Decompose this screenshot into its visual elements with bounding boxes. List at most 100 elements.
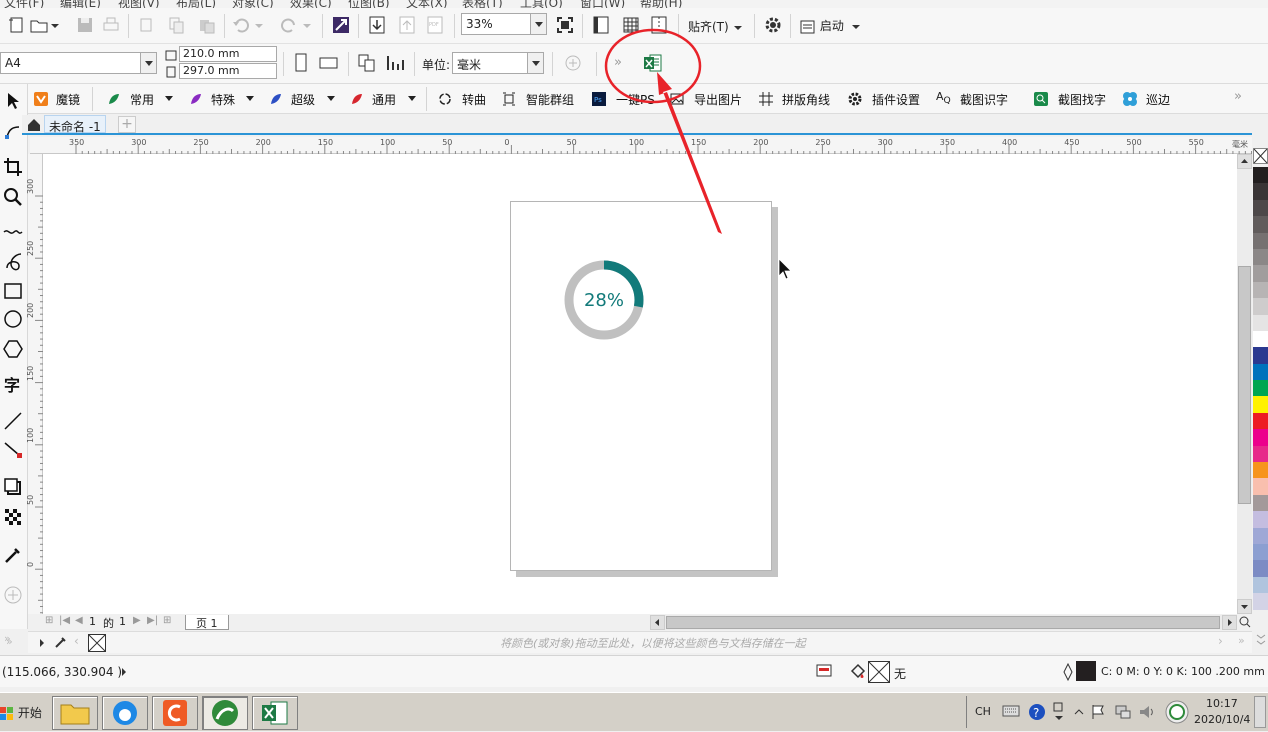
landscape-icon[interactable]: [318, 52, 340, 74]
plugin-crop-marks[interactable]: 拼版角线: [782, 91, 830, 108]
ime-options-icon[interactable]: [1052, 701, 1066, 723]
palette-swatch[interactable]: [1253, 380, 1268, 397]
language-indicator[interactable]: CH: [975, 705, 991, 718]
artistic-media-tool-icon[interactable]: [2, 250, 24, 272]
portrait-icon[interactable]: [290, 52, 312, 74]
launch-menu[interactable]: 启动: [800, 17, 862, 35]
publish-pdf-icon[interactable]: PDF: [424, 14, 446, 36]
chevron-down-icon[interactable]: [245, 95, 255, 103]
open-folder-icon[interactable]: [28, 14, 50, 36]
keyboard-icon[interactable]: [1002, 703, 1020, 719]
horizontal-scroll-thumb[interactable]: [666, 616, 1220, 629]
plugin-magic-mirror[interactable]: 魔镜: [56, 91, 80, 108]
all-pages-icon[interactable]: [356, 52, 378, 74]
freehand-tool-icon[interactable]: [2, 222, 24, 244]
drop-shadow-tool-icon[interactable]: [2, 476, 24, 498]
redo-icon[interactable]: [278, 14, 300, 36]
cut-icon[interactable]: [136, 14, 158, 36]
search-content-icon[interactable]: [330, 14, 352, 36]
save-icon[interactable]: [74, 14, 96, 36]
crop-tool-icon[interactable]: [2, 156, 24, 178]
text-tool-icon[interactable]: 字: [2, 374, 24, 396]
plugin-convert-curves[interactable]: 转曲: [462, 91, 486, 108]
plugin-export-image[interactable]: 导出图片: [694, 91, 742, 108]
palette-swatch[interactable]: [1253, 281, 1268, 299]
taskbar-browser[interactable]: [102, 696, 148, 730]
volume-icon[interactable]: [1138, 703, 1156, 721]
home-icon[interactable]: [26, 117, 42, 133]
plugin-special[interactable]: 特殊: [211, 91, 235, 108]
page-width-field[interactable]: 210.0 mm: [179, 46, 277, 62]
zoom-tool-icon[interactable]: [2, 186, 24, 208]
eyedropper-icon[interactable]: [54, 635, 68, 649]
print-icon[interactable]: [100, 14, 122, 36]
redo-dropdown-icon[interactable]: [300, 14, 314, 36]
paste-icon[interactable]: [196, 14, 218, 36]
polygon-tool-icon[interactable]: [2, 338, 24, 360]
rectangle-tool-icon[interactable]: [2, 280, 24, 302]
menu-table[interactable]: 表格(T): [462, 0, 503, 8]
plugin-ocr-text[interactable]: 截图识字: [960, 91, 1008, 108]
new-document-icon[interactable]: [6, 14, 28, 36]
palette-swatch[interactable]: [1253, 298, 1268, 315]
palette-swatch[interactable]: [1253, 199, 1268, 217]
palette-swatch[interactable]: [1253, 363, 1268, 381]
docker-collapse-icon[interactable]: »: [4, 632, 11, 645]
page-size-select[interactable]: A4: [0, 52, 157, 74]
previous-page-button[interactable]: ◀: [75, 615, 83, 626]
plugin-find-font[interactable]: 截图找字: [1058, 91, 1106, 108]
palette-swatch[interactable]: [1253, 527, 1268, 544]
shape-tool-icon[interactable]: [2, 120, 24, 142]
palette-swatch[interactable]: [1253, 462, 1268, 479]
menu-effects[interactable]: 效果(C): [290, 0, 332, 8]
plugin-settings[interactable]: 插件设置: [872, 91, 920, 108]
add-tool-icon[interactable]: [2, 584, 24, 606]
palette-swatch[interactable]: [1253, 560, 1268, 577]
progress-ring[interactable]: 28%: [563, 259, 645, 341]
palette-swatch[interactable]: [1253, 478, 1268, 495]
palette-swatch[interactable]: [1253, 314, 1268, 331]
scroll-up-button[interactable]: [1237, 154, 1252, 169]
expand-arrow-icon[interactable]: [120, 667, 128, 677]
vertical-scroll-thumb[interactable]: [1238, 266, 1251, 504]
plugin-common[interactable]: 常用: [130, 91, 154, 108]
menu-layout[interactable]: 布局(L): [176, 0, 216, 8]
menu-window[interactable]: 窗口(W): [580, 0, 625, 8]
palette-swatch[interactable]: [1253, 265, 1268, 282]
clock-app-icon[interactable]: [1164, 699, 1190, 725]
outline-color-swatch[interactable]: [1076, 661, 1096, 681]
first-page-button[interactable]: |◀: [59, 615, 70, 626]
full-screen-icon[interactable]: [554, 14, 576, 36]
palette-expand-icon[interactable]: [1255, 632, 1267, 652]
undo-dropdown-icon[interactable]: [252, 14, 266, 36]
current-page-icon[interactable]: [384, 52, 406, 74]
palette-swatch[interactable]: [1253, 412, 1268, 430]
palette-swatch[interactable]: [1253, 248, 1268, 266]
page-height-field[interactable]: 297.0 mm: [179, 63, 277, 79]
plugin-one-click-ps[interactable]: 一键PS: [616, 91, 655, 108]
page-tab[interactable]: 页 1: [185, 615, 229, 630]
no-color-swatch[interactable]: [1253, 148, 1268, 164]
plugin-trace-edge[interactable]: 巡边: [1146, 91, 1170, 108]
chevron-down-icon[interactable]: [164, 95, 174, 103]
menu-help[interactable]: 帮助(H): [640, 0, 682, 8]
menu-edit[interactable]: 编辑(E): [60, 0, 101, 8]
last-page-button[interactable]: ▶|: [147, 615, 158, 626]
clock-date[interactable]: 2020/10/4: [1194, 713, 1250, 726]
palette-swatch[interactable]: [1253, 543, 1268, 561]
plugin-general[interactable]: 通用: [372, 91, 396, 108]
excel-icon[interactable]: [642, 52, 664, 74]
show-desktop-button[interactable]: [1254, 696, 1266, 728]
palette-swatch[interactable]: [1253, 494, 1268, 512]
no-color-swatch[interactable]: [88, 634, 106, 652]
palette-swatch[interactable]: [1253, 593, 1268, 610]
add-page-icon[interactable]: [562, 52, 584, 74]
menu-object[interactable]: 对象(C): [232, 0, 274, 8]
palette-swatch[interactable]: [1253, 576, 1268, 594]
zoom-level-select[interactable]: 33%: [461, 13, 547, 35]
plugin-overflow-icon[interactable]: »: [1234, 89, 1242, 104]
chevron-down-icon[interactable]: [48, 14, 62, 36]
show-grid-icon[interactable]: [620, 14, 642, 36]
document-page[interactable]: 28%: [510, 201, 772, 571]
scroll-left-button[interactable]: [650, 615, 665, 630]
